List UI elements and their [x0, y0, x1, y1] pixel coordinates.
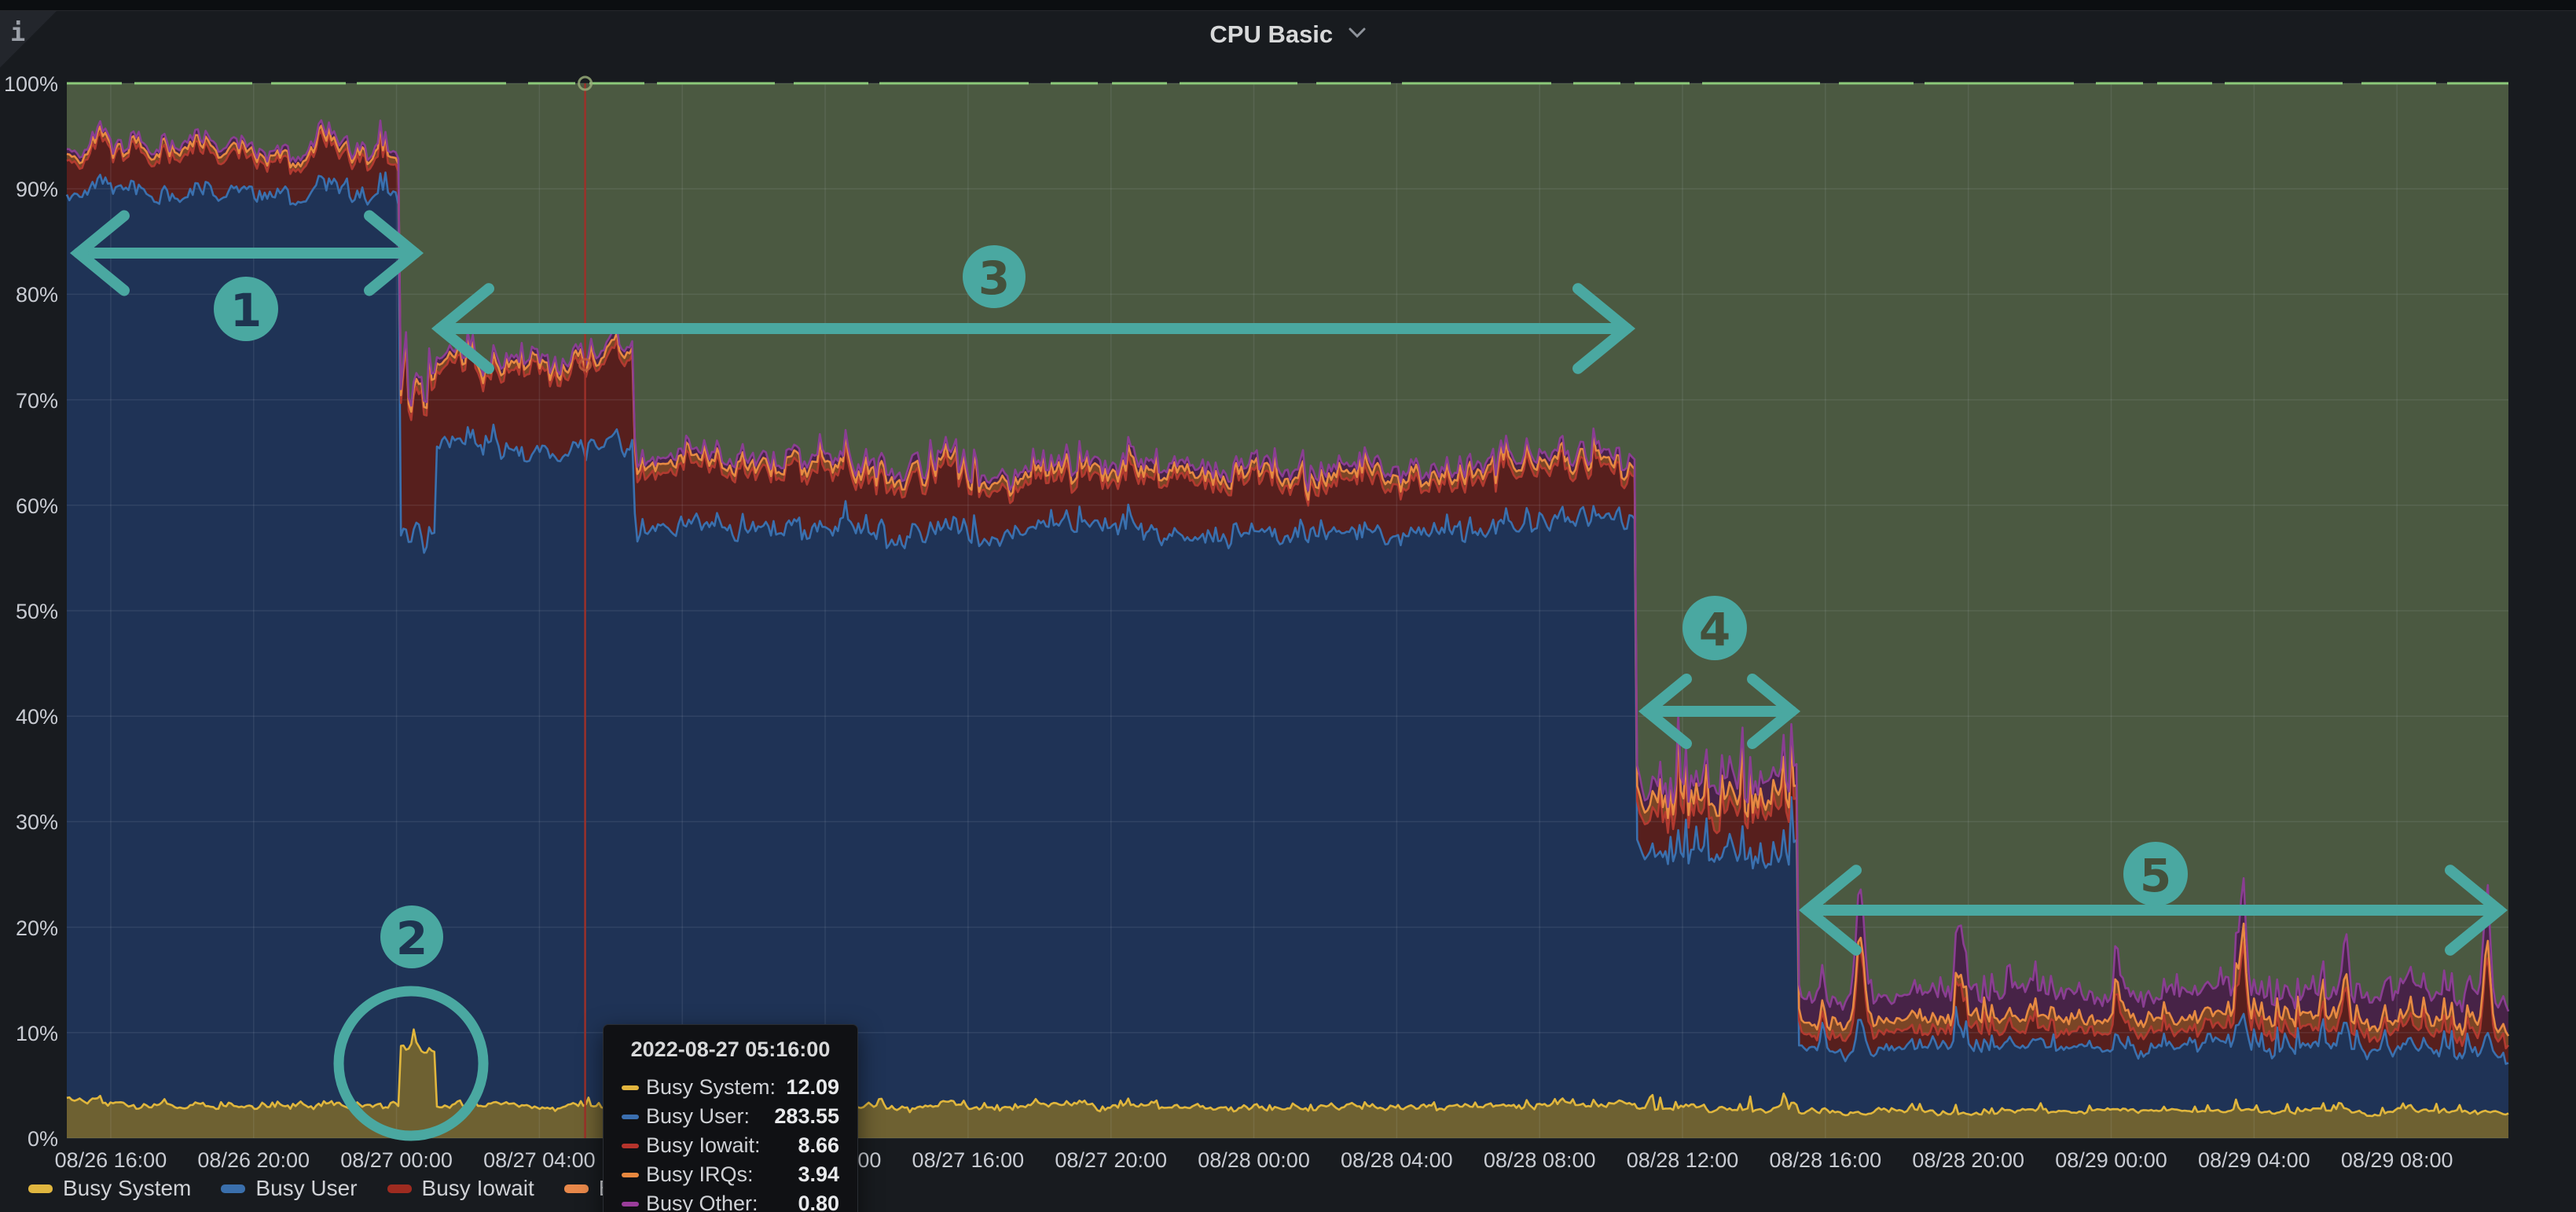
series-color-dash [622, 1085, 639, 1090]
y-tick-label: 20% [2, 916, 58, 941]
x-tick-label: 08/26 16:00 [32, 1148, 189, 1173]
tooltip-series-label: Busy User: [646, 1104, 750, 1129]
y-tick-label: 50% [2, 600, 58, 624]
tooltip-row: Busy User: 283.55 [622, 1102, 839, 1131]
legend-swatch [221, 1184, 245, 1193]
legend-swatch [387, 1184, 412, 1193]
legend-swatch [28, 1184, 53, 1193]
x-tick-label: 08/28 12:00 [1604, 1148, 1761, 1173]
legend-label: Busy Iowait [422, 1176, 534, 1201]
tooltip-series-value: 283.55 [774, 1104, 839, 1129]
series-color-dash [622, 1202, 639, 1206]
tooltip-series-value: 12.09 [786, 1075, 839, 1100]
x-tick-label: 08/29 00:00 [2033, 1148, 2190, 1173]
series-color-dash [622, 1173, 639, 1177]
x-tick-label: 08/27 00:00 [318, 1148, 475, 1173]
y-tick-label: 100% [2, 72, 58, 97]
x-tick-label: 08/28 20:00 [1890, 1148, 2047, 1173]
x-tick-label: 08/28 04:00 [1318, 1148, 1475, 1173]
legend-item[interactable]: Busy System [28, 1176, 191, 1201]
series-color-dash [622, 1144, 639, 1148]
y-tick-label: 30% [2, 810, 58, 835]
tooltip-row: Busy IRQs: 3.94 [622, 1160, 839, 1189]
tooltip-series-label: Busy IRQs: [646, 1162, 754, 1187]
y-tick-label: 70% [2, 389, 58, 413]
tooltip-timestamp: 2022-08-27 05:16:00 [622, 1038, 839, 1062]
legend-label: Busy User [255, 1176, 357, 1201]
tooltip-series-label: Busy Other: [646, 1192, 758, 1212]
x-tick-label: 08/26 20:00 [175, 1148, 332, 1173]
x-tick-label: 08/29 08:00 [2318, 1148, 2475, 1173]
legend-label: Busy System [63, 1176, 191, 1201]
tooltip-series-label: Busy System: [646, 1075, 776, 1100]
y-tick-label: 80% [2, 283, 58, 307]
legend-swatch [564, 1184, 589, 1193]
tooltip-series-value: 8.66 [798, 1133, 839, 1158]
series-color-dash [622, 1115, 639, 1119]
y-tick-label: 90% [2, 178, 58, 202]
x-tick-label: 08/27 04:00 [461, 1148, 618, 1173]
y-tick-label: 40% [2, 705, 58, 729]
tooltip-row: Busy Other: 0.80 [622, 1189, 839, 1212]
x-tick-label: 08/28 16:00 [1747, 1148, 1904, 1173]
tooltip-series-value: 3.94 [798, 1162, 839, 1187]
tooltip-row: Busy System: 12.09 [622, 1073, 839, 1102]
y-tick-label: 10% [2, 1022, 58, 1046]
x-tick-label: 08/28 00:00 [1176, 1148, 1333, 1173]
tooltip-row: Busy Iowait: 8.66 [622, 1131, 839, 1160]
legend-item[interactable]: Busy User [221, 1176, 357, 1201]
x-tick-label: 08/27 16:00 [890, 1148, 1047, 1173]
grafana-dashboard: i CPU Basic 0%10%20%30%40%50%60%70%80%90… [0, 0, 2576, 1212]
tooltip-series-value: 0.80 [798, 1192, 839, 1212]
x-tick-label: 08/29 04:00 [2175, 1148, 2332, 1173]
legend-item[interactable]: Busy Iowait [387, 1176, 534, 1201]
x-tick-label: 08/27 20:00 [1033, 1148, 1190, 1173]
tooltip-series-label: Busy Iowait: [646, 1133, 761, 1158]
x-tick-label: 08/28 08:00 [1461, 1148, 1618, 1173]
cpu-basic-panel: i CPU Basic 0%10%20%30%40%50%60%70%80%90… [0, 11, 2576, 1212]
tooltip: 2022-08-27 05:16:00 Busy System:12.09Bus… [603, 1024, 858, 1212]
y-tick-label: 60% [2, 494, 58, 519]
cpu-chart[interactable] [0, 0, 2576, 1212]
